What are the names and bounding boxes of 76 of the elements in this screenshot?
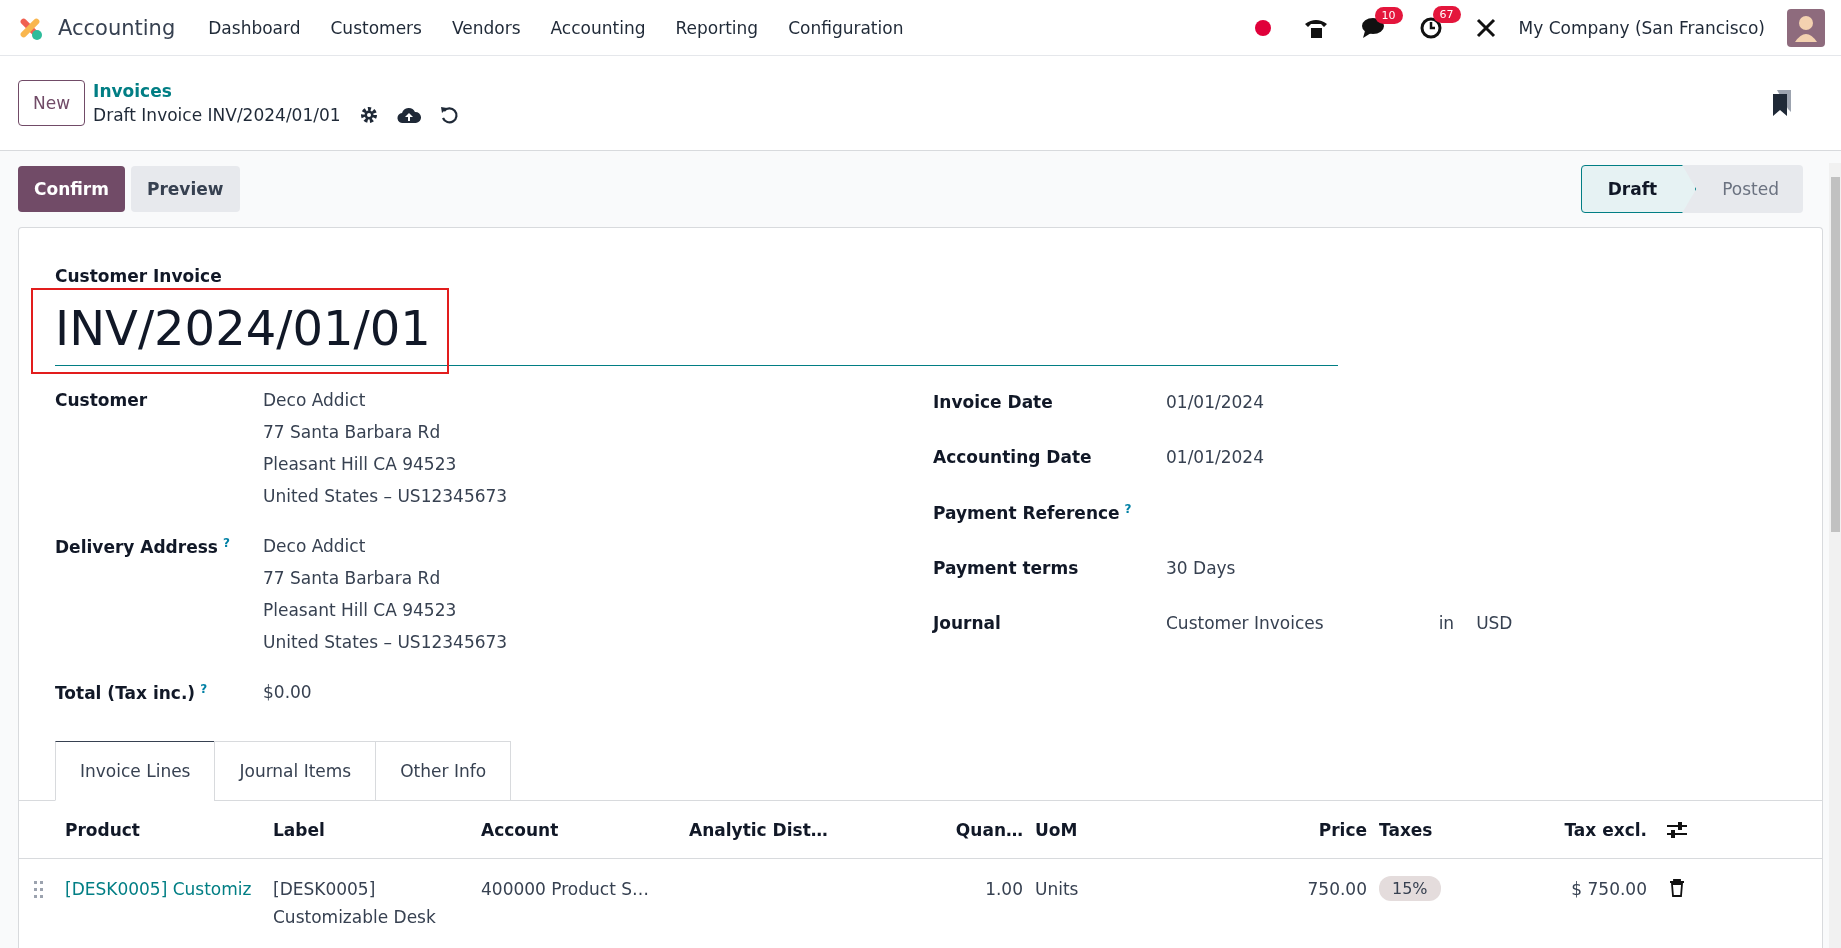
field-label: Customer Invoice (55, 266, 223, 286)
record-title: Draft Invoice INV/2024/01/01 (93, 105, 341, 125)
field-label: Journal (933, 613, 1001, 634)
field-label: Invoice Date (933, 392, 1053, 412)
user-avatar[interactable] (1787, 8, 1825, 47)
table-cell-text: 400000 Product S… (480, 879, 651, 900)
field-label: Payment Reference (933, 503, 1120, 524)
cloud-upload-icon[interactable] (396, 106, 421, 124)
table-cell-text: Units (1034, 879, 1080, 900)
scrollbar[interactable] (1829, 163, 1841, 948)
action-button[interactable]: Preview (130, 166, 240, 212)
message-count-badge: 10 (1374, 6, 1403, 24)
status-step[interactable]: Draft (1580, 165, 1697, 213)
column-header[interactable]: UoM (1029, 819, 1151, 840)
field-value: Pleasant Hill CA 94523 (263, 600, 458, 620)
company-name[interactable]: My Company (San Francisco) (1518, 17, 1765, 38)
column-header[interactable]: Label (267, 819, 475, 840)
field-label: Total (Tax inc.) (55, 683, 196, 704)
column-header[interactable]: Taxes (1373, 819, 1471, 840)
column-header[interactable]: Tax excl. (1471, 819, 1653, 840)
field-value: Deco Addict (263, 390, 367, 410)
column-settings-icon[interactable] (1666, 820, 1688, 839)
activity-count-badge: 67 (1432, 5, 1461, 23)
column-header[interactable]: Product (59, 819, 267, 840)
notebook-tab[interactable]: Invoice Lines (55, 741, 216, 802)
settings-icon[interactable] (358, 105, 379, 125)
field-value[interactable]: 30 Days (1166, 558, 1236, 579)
table-cell-text: [DESK0005] (273, 879, 377, 900)
field-value[interactable]: 01/01/2024 (1166, 392, 1264, 412)
column-header[interactable]: Price (1151, 819, 1373, 840)
invoice-number-input[interactable]: INV/2024/01/01 (55, 299, 1338, 356)
bookmark-icon[interactable] (1771, 89, 1793, 117)
currency-value[interactable]: USD (1476, 613, 1513, 634)
action-button[interactable]: Confirm (18, 166, 125, 212)
menu-item[interactable]: Accounting (535, 17, 661, 38)
table-cell-text: $ 750.00 (1570, 879, 1648, 900)
field-label: Accounting Date (933, 447, 1092, 467)
column-header[interactable]: Account (475, 819, 683, 840)
field-value: United States – US12345673 (263, 486, 509, 506)
field-value: Pleasant Hill CA 94523 (263, 454, 458, 474)
field-value[interactable]: Customer Invoices (1166, 613, 1324, 634)
field-value: 77 Santa Barbara Rd (263, 568, 442, 588)
notebook-tab[interactable]: Other Info (375, 741, 512, 802)
new-button[interactable]: New (18, 80, 86, 126)
field-value: United States – US12345673 (263, 632, 509, 652)
menu-item[interactable]: Reporting (660, 17, 774, 38)
status-step[interactable]: Posted (1696, 165, 1803, 213)
column-header[interactable]: Analytic Dist… (683, 819, 859, 840)
notebook-tab[interactable]: Journal Items (214, 741, 377, 802)
drag-handle-icon[interactable] (33, 879, 45, 900)
field-label: Delivery Address (55, 537, 218, 558)
status-dot-icon[interactable] (1254, 19, 1271, 36)
field-label: Payment terms (933, 558, 1079, 579)
help-icon[interactable]: ? (222, 536, 230, 550)
field-connector: in (1438, 613, 1455, 634)
column-header[interactable]: Quan… (859, 819, 1029, 840)
field-value: 77 Santa Barbara Rd (263, 422, 442, 442)
help-icon[interactable]: ? (1124, 502, 1132, 516)
menu-item[interactable]: Customers (315, 17, 437, 38)
menu-item[interactable]: Dashboard (193, 17, 316, 38)
field-value[interactable]: 01/01/2024 (1166, 447, 1264, 467)
tax-tag: 15% (1379, 876, 1441, 902)
delete-icon[interactable] (1669, 879, 1685, 898)
table-cell-text: 1.00 (984, 879, 1024, 900)
undo-icon[interactable] (438, 105, 459, 125)
help-icon[interactable]: ? (200, 682, 208, 696)
app-name[interactable]: Accounting (58, 15, 176, 40)
product-link[interactable]: [DESK0005] Customiz (59, 879, 267, 900)
menu-item[interactable]: Configuration (773, 17, 919, 38)
breadcrumb-link[interactable]: Invoices (93, 81, 459, 101)
table-cell-text: Customizable Desk (273, 907, 437, 928)
field-value: $0.00 (263, 682, 313, 702)
table-cell-text: 750.00 (1306, 879, 1368, 900)
menu-item[interactable]: Vendors (436, 17, 536, 38)
field-label: Customer (55, 390, 148, 410)
field-value: Deco Addict (263, 536, 367, 556)
